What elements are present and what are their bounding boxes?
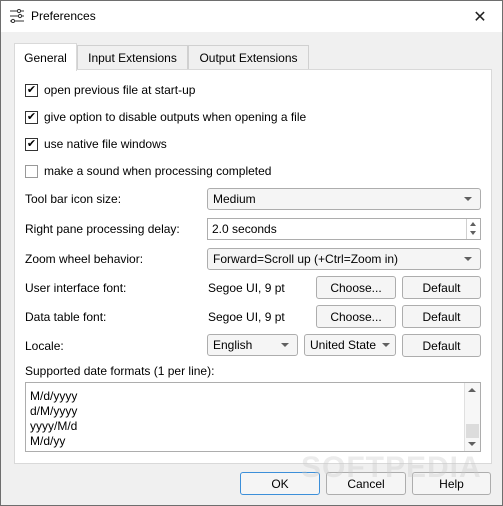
scroll-down-icon[interactable] bbox=[468, 442, 476, 446]
date-format-line: M/d/yyyy bbox=[30, 389, 78, 403]
button-label: Default bbox=[422, 338, 461, 353]
button-label: OK bbox=[271, 476, 289, 491]
checkbox-icon[interactable]: ✔ bbox=[25, 83, 38, 97]
checkbox-icon[interactable] bbox=[25, 164, 38, 178]
close-button[interactable]: ✕ bbox=[458, 1, 502, 32]
date-formats-lines: M/d/yyyy d/M/yyyy yyyy/M/d M/d/yy d/M/yy bbox=[30, 389, 78, 451]
scroll-thumb[interactable] bbox=[466, 424, 479, 438]
spin-down-icon[interactable] bbox=[470, 231, 476, 235]
right-pane-delay-label: Right pane processing delay: bbox=[25, 222, 180, 236]
tab-label: General bbox=[24, 50, 67, 65]
checkbox-label: give option to disable outputs when open… bbox=[44, 110, 307, 124]
select-value: English bbox=[213, 338, 253, 352]
date-format-line: M/d/yy bbox=[30, 434, 66, 448]
spin-up-icon[interactable] bbox=[470, 222, 476, 226]
tab-label: Output Extensions bbox=[199, 50, 298, 65]
scroll-up-icon[interactable] bbox=[468, 388, 476, 392]
tab-label: Input Extensions bbox=[88, 50, 177, 65]
help-button[interactable]: Help bbox=[412, 472, 491, 495]
checkbox-label: open previous file at start-up bbox=[44, 83, 196, 97]
ui-font-choose-button[interactable]: Choose... bbox=[316, 276, 396, 299]
checkbox-label: use native file windows bbox=[44, 137, 167, 151]
button-label: Choose... bbox=[330, 309, 382, 324]
date-format-line: d/M/yy bbox=[30, 449, 77, 451]
close-icon: ✕ bbox=[473, 8, 487, 26]
select-value: Medium bbox=[213, 192, 256, 206]
preferences-dialog: Preferences ✕ General Input Extensions O… bbox=[0, 0, 503, 506]
button-label: Cancel bbox=[347, 476, 385, 491]
ui-font-default-button[interactable]: Default bbox=[402, 276, 481, 299]
ui-font-label: User interface font: bbox=[25, 281, 127, 295]
general-panel: ✔ open previous file at start-up ✔ give … bbox=[14, 69, 492, 464]
table-font-label: Data table font: bbox=[25, 310, 107, 324]
select-value: Forward=Scroll up (+Ctrl=Zoom in) bbox=[213, 252, 399, 266]
locale-language-select[interactable]: English bbox=[207, 334, 298, 356]
spinner-value: 2.0 seconds bbox=[212, 222, 277, 236]
date-formats-label: Supported date formats (1 per line): bbox=[25, 364, 215, 378]
select-value: United State bbox=[310, 338, 377, 352]
chevron-down-icon bbox=[464, 257, 472, 261]
window-title: Preferences bbox=[31, 9, 96, 23]
date-format-line: yyyy/M/d bbox=[30, 419, 78, 433]
button-label: Default bbox=[422, 280, 461, 295]
tab-output-extensions[interactable]: Output Extensions bbox=[188, 45, 309, 69]
chevron-down-icon bbox=[281, 343, 289, 347]
locale-label: Locale: bbox=[25, 339, 64, 353]
checkbox-native-file-windows[interactable]: ✔ use native file windows bbox=[25, 137, 167, 151]
toolbar-icon-size-select[interactable]: Medium bbox=[207, 188, 481, 210]
toolbar-icon-size-label: Tool bar icon size: bbox=[25, 192, 122, 206]
date-formats-scrollbar[interactable] bbox=[464, 383, 480, 451]
cancel-button[interactable]: Cancel bbox=[326, 472, 406, 495]
spinner-buttons bbox=[466, 219, 480, 239]
checkbox-sound-on-complete[interactable]: make a sound when processing completed bbox=[25, 164, 271, 178]
table-font-default-button[interactable]: Default bbox=[402, 305, 481, 328]
checkbox-label: make a sound when processing completed bbox=[44, 164, 272, 178]
chevron-down-icon bbox=[382, 343, 390, 347]
locale-default-button[interactable]: Default bbox=[402, 334, 481, 357]
ok-button[interactable]: OK bbox=[240, 472, 320, 495]
right-pane-delay-spinner[interactable]: 2.0 seconds bbox=[207, 218, 481, 240]
ui-font-value: Segoe UI, 9 pt bbox=[208, 281, 285, 295]
title-bar: Preferences ✕ bbox=[1, 1, 502, 32]
table-font-choose-button[interactable]: Choose... bbox=[316, 305, 396, 328]
date-formats-textarea[interactable]: M/d/yyyy d/M/yyyy yyyy/M/d M/d/yy d/M/yy bbox=[25, 382, 481, 452]
button-label: Choose... bbox=[330, 280, 382, 295]
zoom-wheel-select[interactable]: Forward=Scroll up (+Ctrl=Zoom in) bbox=[207, 248, 481, 270]
checkbox-open-previous-file[interactable]: ✔ open previous file at start-up bbox=[25, 83, 195, 97]
table-font-value: Segoe UI, 9 pt bbox=[208, 310, 285, 324]
checkbox-icon[interactable]: ✔ bbox=[25, 110, 38, 124]
button-label: Help bbox=[439, 476, 464, 491]
tab-input-extensions[interactable]: Input Extensions bbox=[77, 45, 188, 69]
locale-country-select[interactable]: United State bbox=[304, 334, 396, 356]
chevron-down-icon bbox=[464, 197, 472, 201]
checkbox-icon[interactable]: ✔ bbox=[25, 137, 38, 151]
tab-general[interactable]: General bbox=[14, 43, 77, 71]
date-format-line: d/M/yyyy bbox=[30, 404, 78, 418]
checkbox-disable-outputs-option[interactable]: ✔ give option to disable outputs when op… bbox=[25, 110, 306, 124]
button-label: Default bbox=[422, 309, 461, 324]
zoom-wheel-label: Zoom wheel behavior: bbox=[25, 252, 144, 266]
sliders-icon bbox=[10, 9, 24, 23]
